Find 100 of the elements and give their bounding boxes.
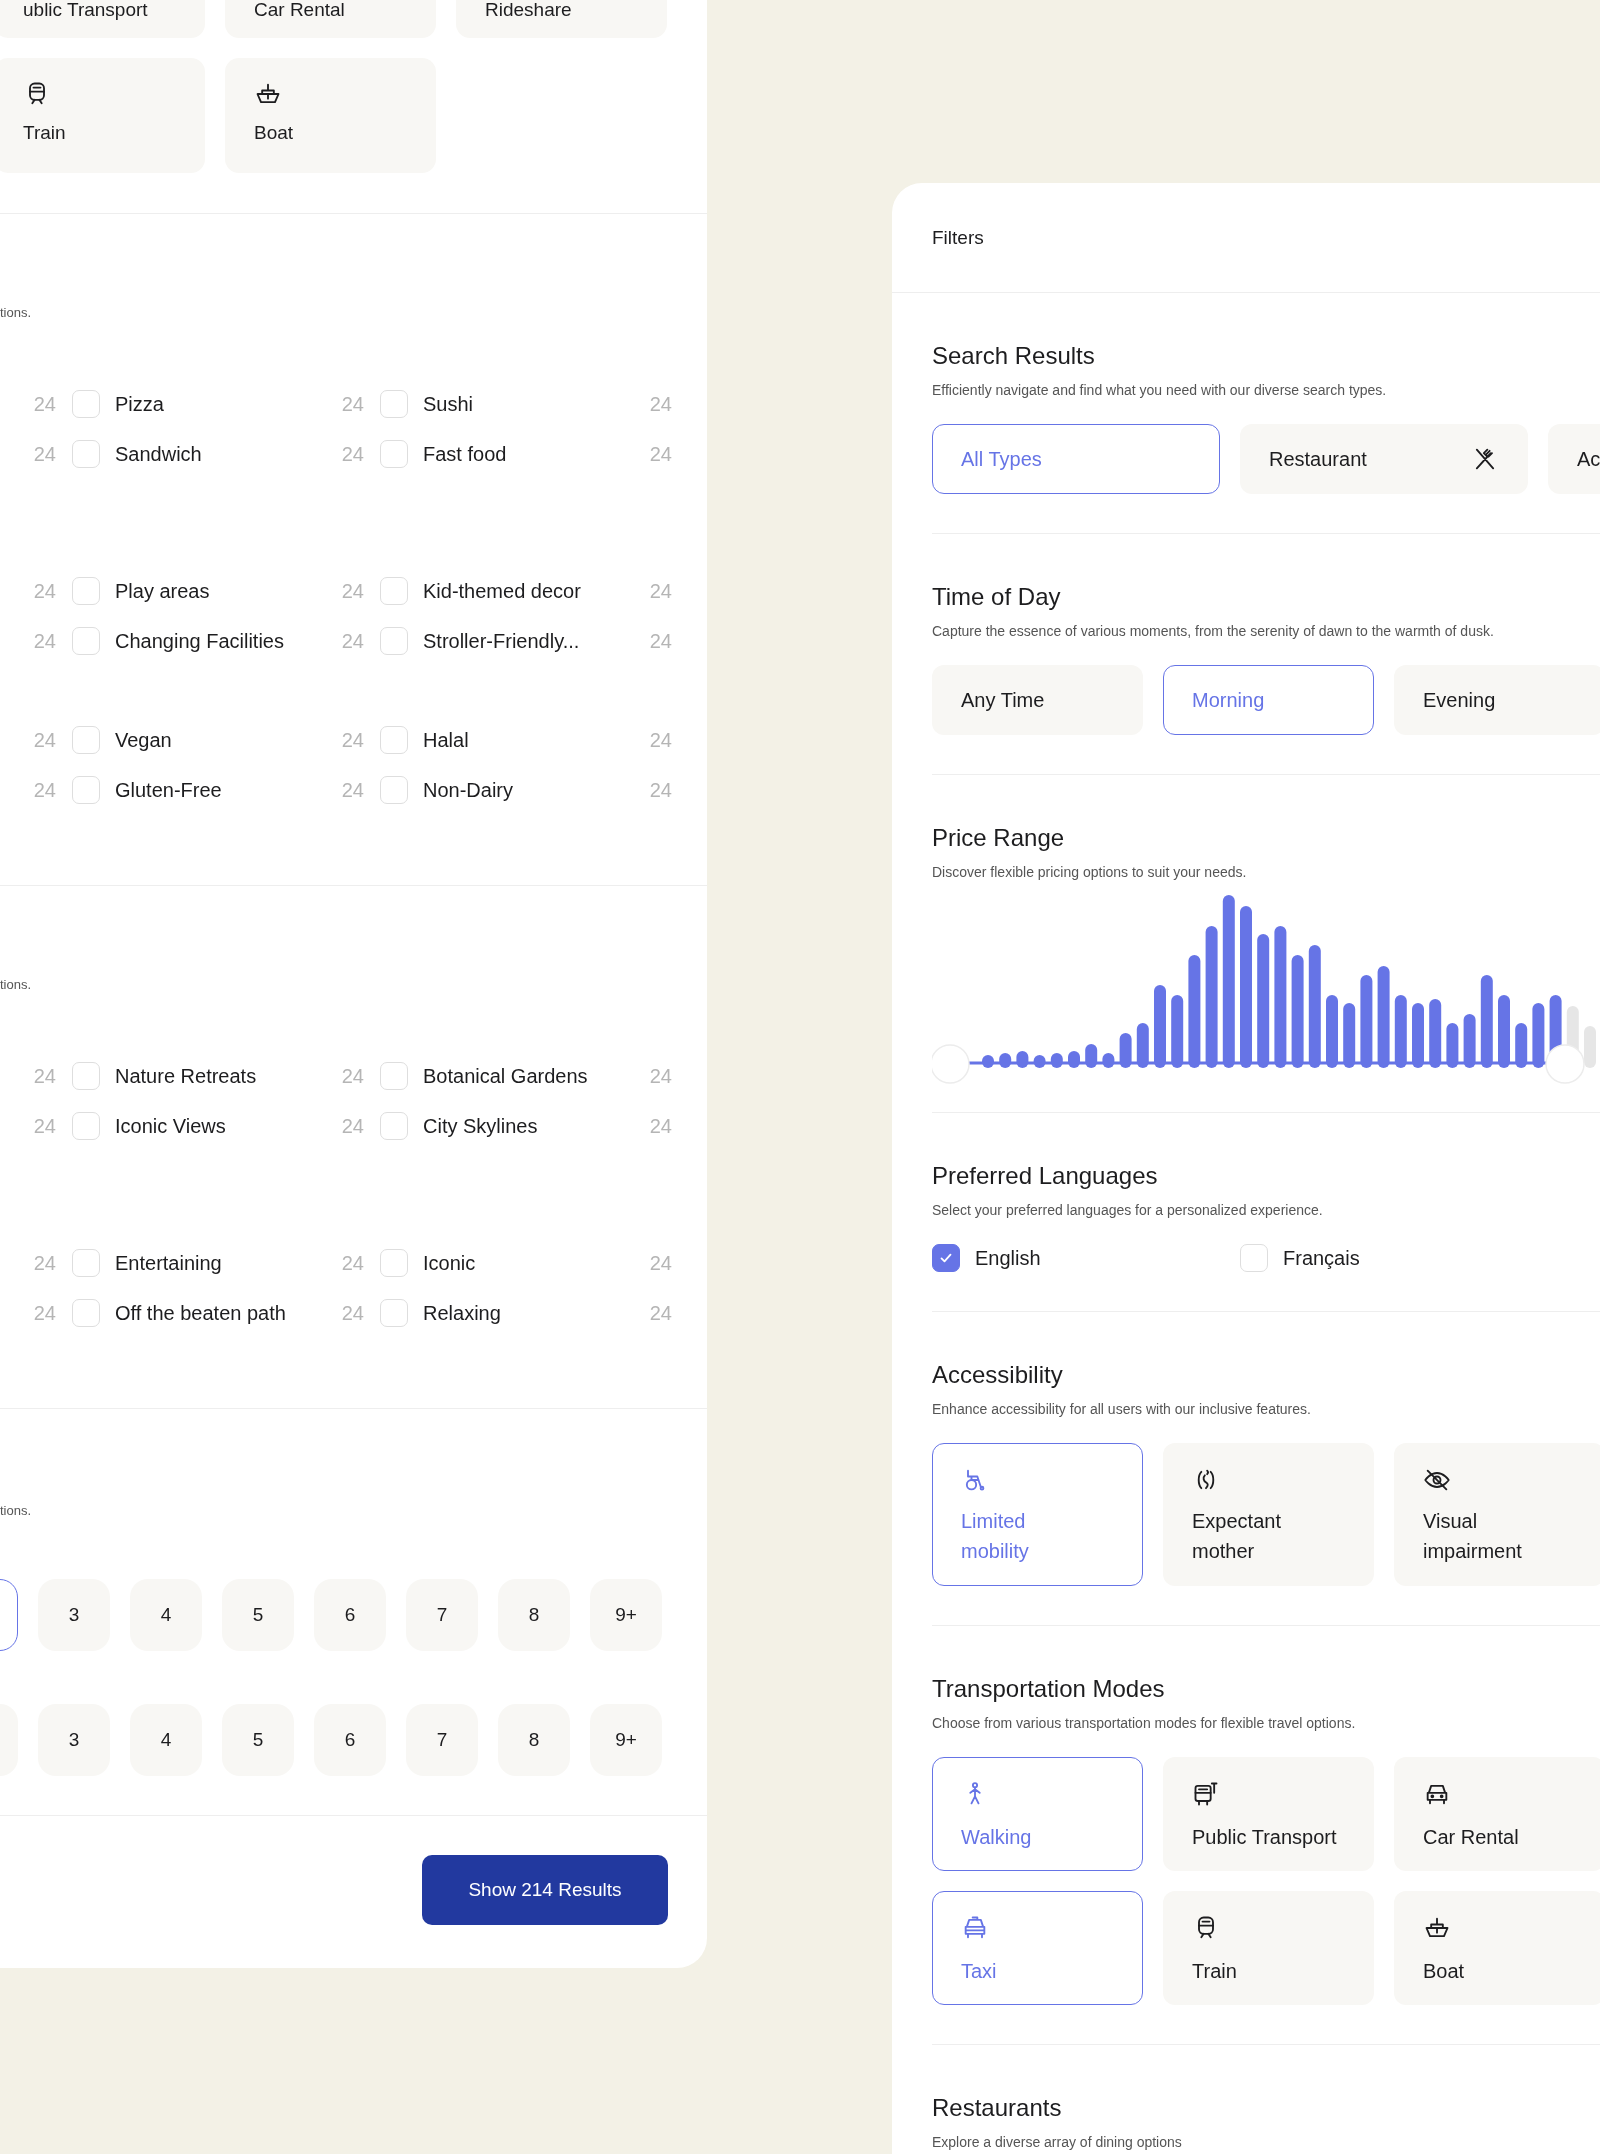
option-label: Iconic Views xyxy=(115,1114,226,1138)
option-count: 24 xyxy=(341,1251,364,1275)
option-label: Sandwich xyxy=(115,442,202,466)
option-count: 24 xyxy=(649,1301,672,1325)
number-button[interactable]: 8 xyxy=(498,1704,570,1776)
option-card[interactable]: Expectant mother xyxy=(1163,1443,1374,1586)
bus-icon xyxy=(1192,1780,1220,1808)
option-card[interactable]: Visual impairment xyxy=(1394,1443,1600,1586)
slider-thumb[interactable] xyxy=(1545,1044,1585,1084)
option-count: 24 xyxy=(33,629,56,653)
option-count: 24 xyxy=(341,728,364,752)
section-title: Time of Day xyxy=(932,582,1062,612)
option-label: Iconic xyxy=(423,1251,476,1275)
option-label: Botanical Gardens xyxy=(423,1064,588,1088)
option-count: 24 xyxy=(649,1064,672,1088)
panel-title: Filters xyxy=(892,183,1600,293)
transport-card[interactable]: Rideshare xyxy=(456,0,667,38)
histogram-bar xyxy=(1119,1033,1132,1068)
option-button[interactable]: Ac xyxy=(1548,424,1600,494)
option-label: Non-Dairy xyxy=(423,778,514,802)
card-label: Train xyxy=(23,122,66,144)
option-count: 24 xyxy=(33,1251,56,1275)
number-button[interactable]: 9+ xyxy=(590,1579,662,1651)
number-button[interactable]: 3 xyxy=(38,1704,110,1776)
option-button[interactable]: Evening xyxy=(1394,665,1600,735)
option-label: Vegan xyxy=(115,728,172,752)
option-count: 24 xyxy=(649,778,672,802)
number-button[interactable]: 4 xyxy=(130,1579,202,1651)
number-button[interactable]: 3 xyxy=(38,1579,110,1651)
transport-card[interactable]: Car Rental xyxy=(225,0,436,38)
option-label: Gluten-Free xyxy=(115,778,222,802)
card-label: Boat xyxy=(1423,1959,1465,1984)
option-count: 24 xyxy=(649,579,672,603)
card-label: Expectant mother xyxy=(1192,1509,1282,1564)
section-description: Enhance accessibility for all users with our inclusive features. xyxy=(932,1400,1312,1419)
option-count: 24 xyxy=(341,1064,364,1088)
option-count: 24 xyxy=(33,1064,56,1088)
checkbox[interactable] xyxy=(932,1244,960,1272)
transport-card[interactable]: ublic Transport xyxy=(0,0,205,38)
number-button[interactable]: 4 xyxy=(130,1704,202,1776)
option-card[interactable]: Public Transport xyxy=(1163,1757,1374,1871)
option-button[interactable]: Morning xyxy=(1163,665,1374,735)
number-button[interactable]: 5 xyxy=(222,1704,294,1776)
option-label: English xyxy=(975,1246,1041,1270)
section-description: tions. xyxy=(0,304,33,322)
option-card[interactable]: Limited mobility xyxy=(932,1443,1143,1586)
option-count: 24 xyxy=(341,629,364,653)
card-label: Train xyxy=(1192,1959,1237,1984)
number-button[interactable]: 6 xyxy=(314,1704,386,1776)
option-count: 24 xyxy=(341,1301,364,1325)
option-card[interactable]: Taxi xyxy=(932,1891,1143,2005)
section-description: Capture the essence of various moments, from the serenity of dawn to the warmth of dusk. xyxy=(932,622,1495,641)
section-description: Choose from various transportation modes for flexible travel options. xyxy=(932,1714,1357,1733)
option-count: 24 xyxy=(341,442,364,466)
histogram-bar xyxy=(1584,1026,1596,1068)
card-label: Car Rental xyxy=(1423,1825,1519,1850)
option-count: 24 xyxy=(649,1114,672,1138)
number-button[interactable]: 7 xyxy=(406,1579,478,1651)
transport-card[interactable]: Boat xyxy=(225,58,436,173)
option-card[interactable]: Train xyxy=(1163,1891,1374,2005)
section-title: Preferred Languages xyxy=(932,1161,1159,1191)
section-title: Transportation Modes xyxy=(932,1674,1166,1704)
option-card[interactable]: Boat xyxy=(1394,1891,1600,2005)
section-description: Discover flexible pricing options to suit your needs. xyxy=(932,863,1248,882)
number-button[interactable]: 6 xyxy=(314,1579,386,1651)
card-label: Taxi xyxy=(961,1959,997,1984)
section-description: Efficiently navigate and find what you need with our diverse search types. xyxy=(932,381,1388,400)
number-button[interactable]: 5 xyxy=(222,1579,294,1651)
option-label: Nature Retreats xyxy=(115,1064,257,1088)
number-button[interactable]: 8 xyxy=(498,1579,570,1651)
option-label: Play areas xyxy=(115,579,210,603)
card-label: Walking xyxy=(961,1825,1032,1850)
histogram-bar xyxy=(1532,1003,1545,1068)
option-label: Français xyxy=(1283,1246,1360,1270)
range-slider[interactable] xyxy=(932,1044,1585,1084)
option-label: Kid-themed decor xyxy=(423,579,581,603)
option-button[interactable]: Any Time xyxy=(932,665,1143,735)
card-label: ublic Transport xyxy=(23,0,148,20)
option-card[interactable]: Walking xyxy=(932,1757,1143,1871)
card-label: Rideshare xyxy=(485,0,572,20)
option-label: Halal xyxy=(423,728,469,752)
section-title: Restaurants xyxy=(932,2093,1063,2123)
option-label: Sushi xyxy=(423,392,474,416)
option-label: Stroller-Friendly... xyxy=(423,629,580,653)
histogram-bar xyxy=(1515,1023,1528,1068)
option-count: 24 xyxy=(649,629,672,653)
transport-card[interactable]: Train xyxy=(0,58,205,173)
number-button[interactable]: 9+ xyxy=(590,1704,662,1776)
number-button[interactable]: 7 xyxy=(406,1704,478,1776)
show-results-button[interactable]: Show 214 Results xyxy=(422,1855,668,1925)
card-label: Public Transport xyxy=(1192,1825,1337,1850)
option-button[interactable]: Restaurant xyxy=(1240,424,1528,494)
histogram-bar xyxy=(1343,1003,1356,1068)
option-button[interactable]: All Types xyxy=(932,424,1220,494)
option-card[interactable]: Car Rental xyxy=(1394,1757,1600,1871)
option-count: 24 xyxy=(33,392,56,416)
slider-thumb[interactable] xyxy=(932,1044,970,1084)
option-count: 24 xyxy=(33,442,56,466)
section-description: tions. xyxy=(0,976,33,994)
option-label: Changing Facilities xyxy=(115,629,284,653)
